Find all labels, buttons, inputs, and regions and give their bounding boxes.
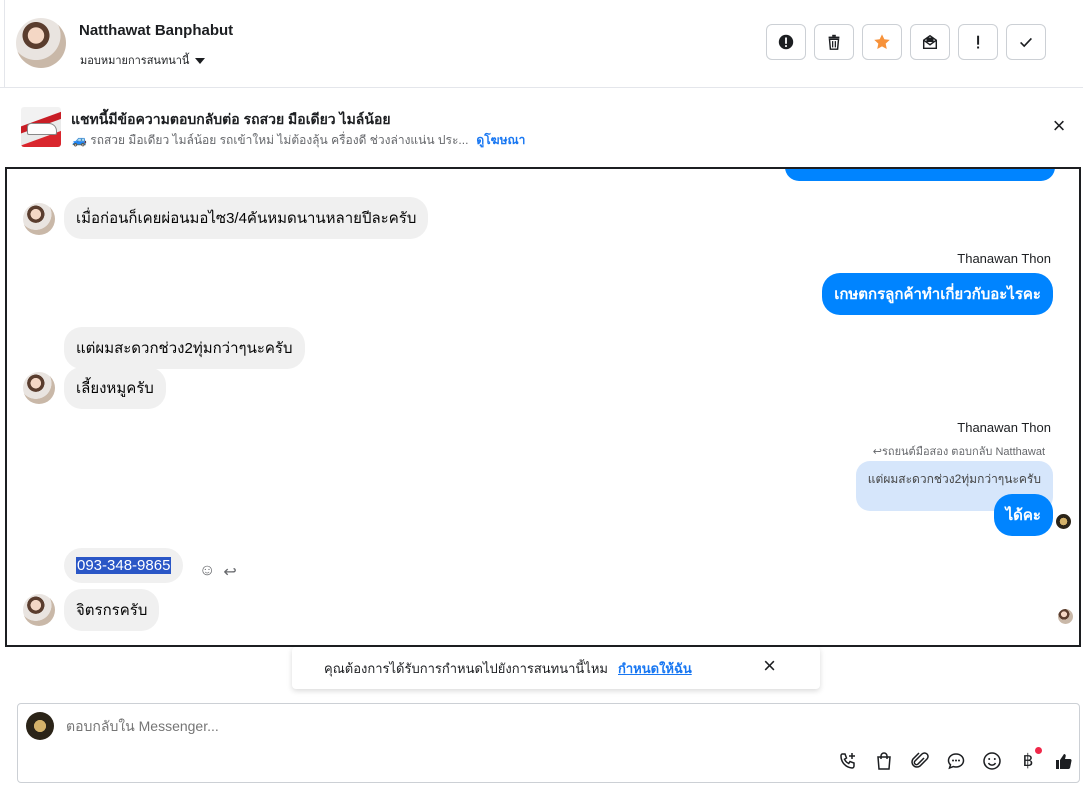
contact-avatar-small (23, 203, 55, 235)
done-button[interactable] (1006, 24, 1046, 60)
assign-dropdown[interactable]: มอบหมายการสนทนานี้ (80, 51, 206, 69)
composer-tools: ฿ (837, 747, 1075, 772)
divider (4, 0, 5, 88)
star-button[interactable] (862, 24, 902, 60)
contact-avatar[interactable] (16, 18, 66, 68)
reply-note: ↩รถยนต์มือสอง ตอบกลับ Natthawat (872, 446, 1045, 458)
page-avatar (26, 712, 54, 740)
envelope-icon (922, 34, 938, 50)
view-ad-link[interactable]: ดูโฆษณา (476, 131, 525, 150)
shopping-bag-icon[interactable] (873, 750, 895, 772)
message-bubble-out[interactable]: ได้คะ (993, 494, 1053, 536)
contact-avatar-small (23, 372, 55, 404)
sender-name: Thanawan Thon (957, 420, 1051, 435)
message-tools: ☺ ↩ (199, 562, 237, 582)
spam-button[interactable] (766, 24, 806, 60)
delete-button[interactable] (814, 24, 854, 60)
alert-circle-icon (778, 34, 794, 50)
close-icon[interactable]: × (1049, 115, 1069, 137)
assign-label: มอบหมายการสนทนานี้ (80, 55, 190, 67)
contact-avatar-small (23, 594, 55, 626)
ad-thumbnail[interactable] (21, 107, 61, 147)
message-composer: ฿ (17, 703, 1080, 783)
baht-icon[interactable]: ฿ (1017, 747, 1042, 772)
message-bubble-out[interactable]: เกษตกรลูกค้าทำเกี่ยวกับอะไรคะ (822, 273, 1053, 315)
ad-subtitle-row: 🚙 รถสวย มือเดียว ไมล์น้อย รถเข้าใหม่ ไม่… (72, 131, 525, 150)
assign-notice: คุณต้องการได้รับการกำหนดไปยังการสนทนานี้… (292, 647, 820, 689)
caret-down-icon (195, 57, 206, 64)
message-bubble-in[interactable]: เลี้ยงหมูครับ (64, 367, 166, 409)
read-receipt-avatar-icon (1058, 609, 1073, 624)
phone-number-text[interactable]: 093-348-9865 (76, 557, 172, 574)
check-icon (1020, 37, 1032, 48)
header-actions (766, 24, 1046, 60)
follow-up-button[interactable] (958, 24, 998, 60)
ad-reply-banner: แชทนี้มีข้อความตอบกลับต่อ รถสวย มือเดียว… (0, 89, 1083, 167)
star-icon (874, 34, 890, 50)
react-emoji-icon[interactable]: ☺ (199, 562, 215, 582)
reply-input[interactable] (66, 718, 766, 734)
emoji-icon[interactable] (981, 750, 1003, 772)
ad-subtitle: 🚙 รถสวย มือเดียว ไมล์น้อย รถเข้าใหม่ ไม่… (72, 133, 469, 147)
message-bubble-in[interactable]: แต่ผมสะดวกช่วง2ทุ่มกว่าๆนะครับ (64, 327, 305, 369)
message-bubble-in[interactable]: เมื่อก่อนก็เคยผ่อนมอไซ3/4คันหมดนานหลายปี… (64, 197, 429, 239)
notice-text: คุณต้องการได้รับการกำหนดไปยังการสนทนานี้… (324, 661, 608, 676)
thumbs-up-icon[interactable] (1053, 750, 1075, 772)
message-bubble-in-phone[interactable]: 093-348-9865 (64, 548, 184, 583)
mark-unread-button[interactable] (910, 24, 950, 60)
close-icon[interactable]: × (763, 655, 776, 677)
ad-title: แชทนี้มีข้อความตอบกลับต่อ รถสวย มือเดียว… (71, 111, 391, 127)
notification-dot (1035, 747, 1042, 754)
conversation-header: Natthawat Banphabut มอบหมายการสนทนานี้ (0, 0, 1083, 88)
reply-arrow-icon[interactable]: ↩ (223, 562, 236, 582)
message-bubble-out-partial (785, 169, 1055, 181)
sender-name: Thanawan Thon (957, 251, 1051, 266)
exclamation-icon (977, 35, 980, 49)
message-bubble-in[interactable]: จิตรกรครับ (64, 589, 160, 631)
assign-to-me-link[interactable]: กำหนดให้ฉัน (618, 658, 692, 679)
chat-bubble-icon[interactable] (945, 750, 967, 772)
paperclip-icon[interactable] (909, 750, 931, 772)
seen-avatar-icon (1056, 514, 1071, 529)
trash-icon (828, 34, 840, 50)
phone-plus-icon[interactable] (837, 750, 859, 772)
message-thread[interactable]: เมื่อก่อนก็เคยผ่อนมอไซ3/4คันหมดนานหลายปี… (5, 167, 1081, 647)
contact-name[interactable]: Natthawat Banphabut (79, 22, 233, 39)
